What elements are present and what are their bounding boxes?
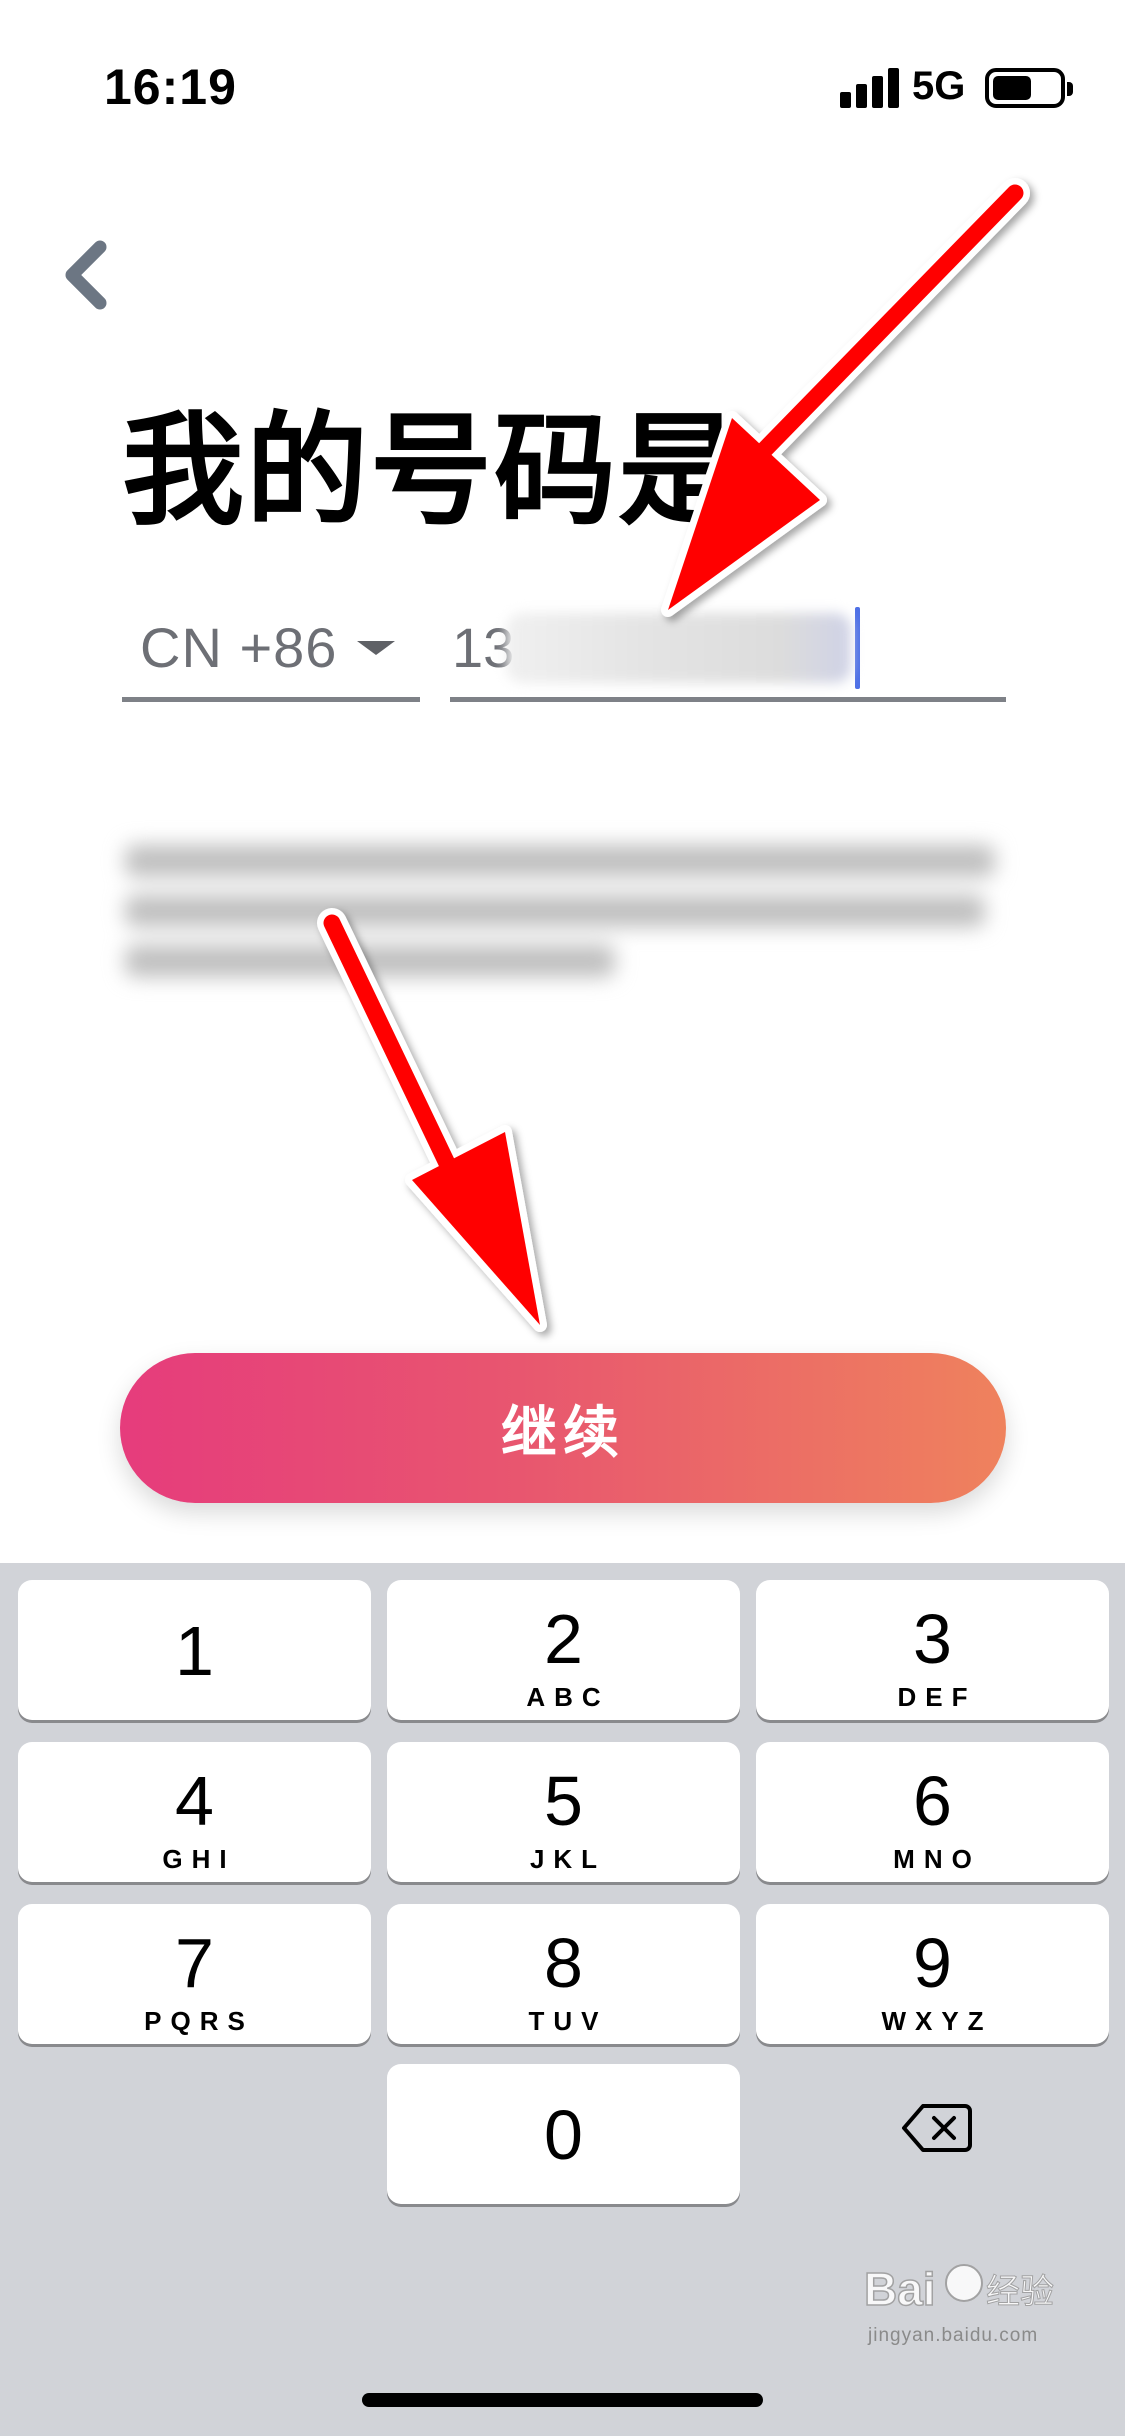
key-7[interactable]: 7 PQRS — [18, 1904, 371, 2044]
arrow-to-phone-icon — [661, 178, 1030, 617]
svg-text:Bai: Bai — [864, 2263, 936, 2315]
key-letters: DEF — [897, 1682, 977, 1712]
baidu-watermark-logo: Bai 经验 — [864, 2262, 1055, 2316]
key-8[interactable]: 8 TUV — [387, 1904, 740, 2044]
home-indicator — [362, 2393, 763, 2407]
network-label: 5G — [912, 64, 966, 108]
key-digit: 0 — [544, 2096, 583, 2174]
key-letters: TUV — [528, 2006, 608, 2036]
key-digit: 3 — [913, 1600, 952, 1678]
key-letters: ABC — [526, 1682, 610, 1712]
key-1[interactable]: 1 — [18, 1580, 371, 1720]
key-letters: GHI — [162, 1844, 236, 1874]
key-digit: 9 — [913, 1924, 952, 2002]
continue-button[interactable]: 继续 — [120, 1353, 1006, 1503]
back-button[interactable] — [50, 230, 120, 320]
key-4[interactable]: 4 GHI — [18, 1742, 371, 1882]
key-5[interactable]: 5 JKL — [387, 1742, 740, 1882]
battery-icon — [985, 68, 1073, 108]
continue-label: 继续 — [501, 1400, 625, 1464]
key-digit: 5 — [544, 1762, 583, 1840]
chevron-left-icon — [65, 240, 107, 310]
watermark-url: jingyan.baidu.com — [868, 2325, 1039, 2346]
signal-icon — [840, 64, 900, 108]
key-letters: WXYZ — [881, 2006, 993, 2036]
phone-number-blurred — [506, 612, 852, 683]
phone-number-prefix: 13 — [452, 616, 515, 679]
key-0[interactable]: 0 — [387, 2064, 740, 2204]
key-digit: 4 — [175, 1762, 214, 1840]
key-digit: 1 — [175, 1612, 214, 1690]
country-code-label: CN +86 — [140, 616, 338, 679]
key-digit: 6 — [913, 1762, 952, 1840]
key-digit: 2 — [544, 1600, 583, 1678]
key-2[interactable]: 2 ABC — [387, 1580, 740, 1720]
key-letters: PQRS — [144, 2006, 254, 2036]
status-time: 16:19 — [104, 59, 237, 115]
page-title: 我的号码是 — [122, 403, 742, 539]
key-digit: 8 — [544, 1924, 583, 2002]
text-cursor — [855, 606, 861, 689]
key-3[interactable]: 3 DEF — [756, 1580, 1109, 1720]
country-code-selector[interactable]: CN +86 — [122, 598, 420, 702]
phone-number-input[interactable]: 13 — [450, 598, 1006, 702]
key-6[interactable]: 6 MNO — [756, 1742, 1109, 1882]
svg-text:经验: 经验 — [986, 2272, 1054, 2312]
delete-key[interactable] — [862, 2058, 1012, 2198]
key-digit: 7 — [175, 1924, 214, 2002]
key-letters: MNO — [893, 1844, 981, 1874]
blurred-notice-text — [120, 825, 1005, 995]
key-9[interactable]: 9 WXYZ — [756, 1904, 1109, 2044]
backspace-icon — [902, 2104, 972, 2152]
key-letters: JKL — [529, 1844, 607, 1874]
caret-down-icon — [357, 640, 396, 655]
